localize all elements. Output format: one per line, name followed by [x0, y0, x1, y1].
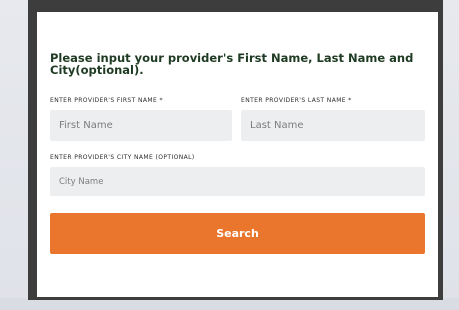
city-name-input[interactable] [50, 167, 425, 196]
first-name-label: ENTER PROVIDER'S FIRST NAME * [50, 97, 163, 104]
search-button[interactable]: Search [50, 213, 425, 254]
city-name-label: ENTER PROVIDER'S CITY NAME (OPTIONAL) [50, 154, 195, 161]
page-backdrop-left [0, 0, 28, 310]
first-name-input[interactable] [50, 110, 232, 141]
last-name-input[interactable] [241, 110, 425, 141]
provider-search-modal: Please input your provider's First Name,… [37, 12, 438, 297]
last-name-label: ENTER PROVIDER'S LAST NAME * [241, 97, 352, 104]
modal-heading: Please input your provider's First Name,… [50, 51, 414, 77]
page-backdrop-right [443, 0, 459, 310]
